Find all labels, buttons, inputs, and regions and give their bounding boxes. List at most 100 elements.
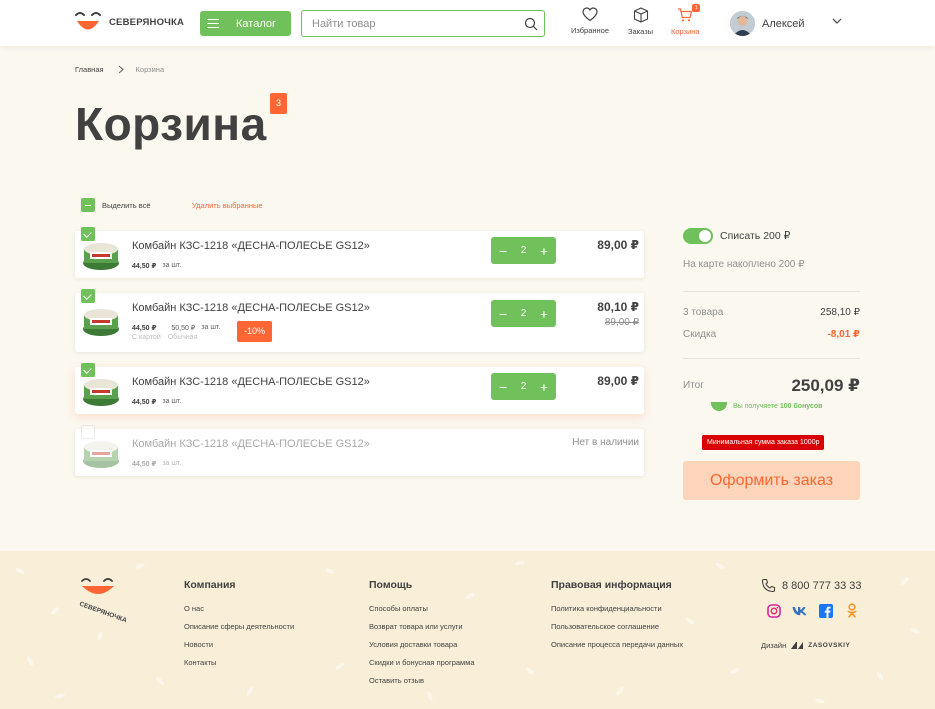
catalog-label: Каталог: [236, 17, 276, 30]
design-label: Дизайн: [761, 641, 787, 650]
footer-link[interactable]: Описание процесса передачи данных: [551, 640, 683, 649]
footer-link[interactable]: О нас: [184, 604, 294, 613]
phone-contact[interactable]: 8 800 777 33 33: [761, 578, 862, 593]
cart-item: Комбайн КЗС-1218 «ДЕСНА-ПОЛЕСЬЕ GS12» 44…: [75, 289, 644, 352]
page-title: Корзина: [75, 98, 267, 150]
earn-prefix: Вы получяете: [733, 403, 778, 410]
select-all-checkbox[interactable]: [81, 198, 95, 212]
footer-logo[interactable]: СЕВЕРЯНОЧКА: [76, 576, 128, 624]
chevron-down-icon[interactable]: [832, 18, 842, 25]
minus-icon[interactable]: −: [499, 380, 507, 394]
discount-badge: -10%: [237, 321, 272, 342]
instagram-icon[interactable]: [766, 603, 781, 618]
nav-orders[interactable]: Заказы: [628, 7, 653, 36]
cart-count-title-badge: 3: [270, 93, 287, 114]
avatar: [730, 11, 755, 36]
search-input[interactable]: [302, 11, 512, 36]
footer-column-legal: Правовая информация Политика конфиденциа…: [551, 579, 683, 658]
checkout-button[interactable]: Оформить заказ: [683, 461, 860, 500]
item-unit-price: 44,50 ₽: [132, 461, 157, 468]
footer-link[interactable]: Оставить отзыв: [369, 676, 475, 685]
facebook-icon[interactable]: [818, 603, 833, 618]
footer-link[interactable]: Способы оплаты: [369, 604, 475, 613]
quantity-stepper: − 2 +: [491, 373, 556, 400]
cart-icon: [678, 8, 693, 22]
item-unit: за шт.: [162, 460, 182, 467]
footer-link[interactable]: Политика конфиденциальности: [551, 604, 683, 613]
footer-link[interactable]: Возврат товара или услуги: [369, 622, 475, 631]
min-order-warning: Минимальная сумма заказа 1000р: [702, 435, 825, 450]
item-total: 80,10 ₽: [597, 300, 639, 314]
box-icon: [633, 7, 648, 23]
heart-icon: [582, 7, 598, 22]
product-image: [83, 309, 119, 336]
nav-favorites-label: Избранное: [571, 26, 610, 35]
item-checkbox[interactable]: [81, 289, 95, 303]
item-name[interactable]: Комбайн КЗС-1218 «ДЕСНА-ПОЛЕСЬЕ GS12»: [132, 438, 370, 450]
site-footer: СЕВЕРЯНОЧКА Компания О нас Описание сфер…: [0, 551, 935, 709]
minus-icon[interactable]: −: [499, 307, 507, 321]
item-unit-price: 44,50 ₽: [132, 399, 157, 406]
vk-icon[interactable]: [792, 603, 807, 618]
item-price: 44,50 ₽ за шт.: [132, 398, 181, 406]
nav-favorites[interactable]: Избранное: [571, 7, 609, 35]
item-unit-price: 44,50 ₽: [132, 263, 157, 270]
item-regular-price: 50,50 ₽: [171, 325, 196, 332]
discount-row: Скидка -8,01 ₽: [683, 329, 860, 340]
items-sum: 258,10 ₽: [820, 307, 860, 318]
item-name[interactable]: Комбайн КЗС-1218 «ДЕСНА-ПОЛЕСЬЕ GS12»: [132, 240, 370, 252]
total-label: Итог: [683, 380, 704, 391]
plus-icon[interactable]: +: [540, 380, 548, 394]
logo-face-icon: [75, 12, 101, 30]
design-studio: ZASOVSKIY: [808, 642, 851, 649]
items-count-row: 3 товара 258,10 ₽: [683, 307, 860, 318]
minus-icon[interactable]: −: [499, 244, 507, 258]
regular-price-label: Обычная: [167, 334, 198, 341]
item-total: 89,00 ₽: [597, 374, 639, 388]
cart-item: Комбайн КЗС-1218 «ДЕСНА-ПОЛЕСЬЕ GS12» 44…: [75, 363, 644, 414]
item-name[interactable]: Комбайн КЗС-1218 «ДЕСНА-ПОЛЕСЬЕ GS12»: [132, 376, 370, 388]
footer-column-company: Компания О нас Описание сферы деятельнос…: [184, 579, 294, 676]
out-of-stock-label: Нет в наличии: [572, 437, 639, 448]
search-icon[interactable]: [524, 17, 538, 31]
phone-icon: [761, 578, 776, 593]
plus-icon[interactable]: +: [540, 307, 548, 321]
user-menu[interactable]: Алексей: [730, 11, 805, 36]
catalog-button[interactable]: Каталог: [200, 11, 291, 36]
divider: [683, 358, 860, 359]
bonus-toggle-label: Списать 200 ₽: [720, 230, 791, 242]
item-total: 89,00 ₽: [597, 238, 639, 252]
odnoklassniki-icon[interactable]: [844, 603, 859, 618]
footer-link[interactable]: Пользовательское соглашение: [551, 622, 683, 631]
quantity-value: 2: [520, 245, 527, 256]
bonus-leaf-icon: [711, 402, 727, 411]
item-unit: за шт.: [201, 324, 221, 331]
bonus-earn-note: Вы получяете 100 бонусов: [711, 402, 823, 411]
brand-logo[interactable]: СЕВЕРЯНОЧКА: [74, 10, 184, 34]
item-old-total: 89,00 ₽: [604, 317, 639, 328]
plus-icon[interactable]: +: [540, 244, 548, 258]
item-unit: за шт.: [162, 262, 182, 269]
items-count-label: 3 товара: [683, 307, 724, 318]
product-image: [83, 243, 119, 270]
item-name[interactable]: Комбайн КЗС-1218 «ДЕСНА-ПОЛЕСЬЕ GS12»: [132, 302, 370, 314]
nav-cart[interactable]: 1 Корзина: [671, 4, 701, 36]
footer-link[interactable]: Контакты: [184, 658, 294, 667]
footer-link[interactable]: Описание сферы деятельности: [184, 622, 294, 631]
footer-link[interactable]: Скидки и бонусная программа: [369, 658, 475, 667]
footer-link[interactable]: Новости: [184, 640, 294, 649]
nav-orders-label: Заказы: [628, 27, 654, 36]
quantity-value: 2: [520, 308, 527, 319]
design-credit[interactable]: Дизайн ZASOVSKIY: [761, 641, 850, 650]
card-price-label: С картой: [132, 334, 161, 341]
item-card-price: 44,50 ₽: [132, 325, 157, 332]
breadcrumb-home[interactable]: Главная: [75, 65, 104, 74]
divider: [683, 291, 860, 292]
footer-link[interactable]: Условия доставки товара: [369, 640, 475, 649]
quantity-value: 2: [520, 381, 527, 392]
delete-selected-link[interactable]: Удалить выбранные: [192, 201, 263, 210]
bonus-toggle[interactable]: [683, 228, 713, 244]
quantity-stepper: − 2 +: [491, 300, 556, 327]
cart-item: Комбайн КЗС-1218 «ДЕСНА-ПОЛЕСЬЕ GS12» 44…: [75, 227, 644, 278]
select-all[interactable]: Выделить всё: [81, 198, 151, 212]
